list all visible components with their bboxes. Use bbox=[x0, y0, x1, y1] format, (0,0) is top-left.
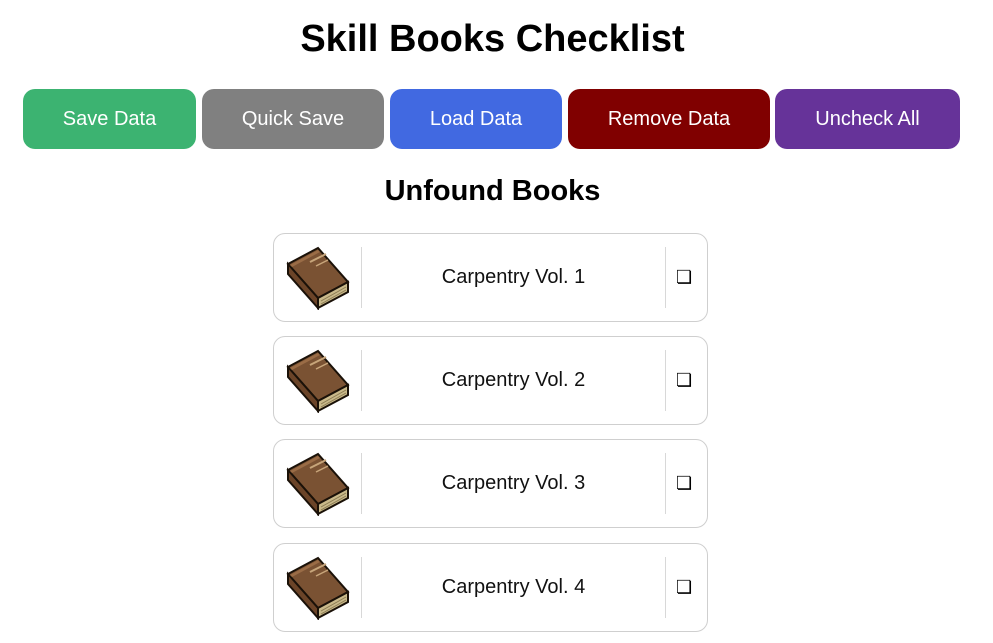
book-checkbox[interactable]: ❏ bbox=[676, 544, 692, 631]
book-icon bbox=[284, 246, 350, 311]
divider bbox=[665, 557, 666, 618]
divider bbox=[665, 350, 666, 411]
book-checkbox[interactable]: ❏ bbox=[676, 234, 692, 321]
quick-save-button[interactable]: Quick Save bbox=[202, 89, 384, 149]
book-checkbox[interactable]: ❏ bbox=[676, 337, 692, 424]
divider bbox=[665, 453, 666, 514]
book-name: Carpentry Vol. 1 bbox=[441, 266, 586, 288]
page-title: Skill Books Checklist bbox=[300, 18, 685, 60]
load-data-button[interactable]: Load Data bbox=[390, 89, 562, 149]
book-checkbox[interactable]: ❏ bbox=[676, 440, 692, 527]
book-name: Carpentry Vol. 2 bbox=[441, 369, 586, 391]
book-name: Carpentry Vol. 4 bbox=[441, 576, 586, 598]
remove-data-button[interactable]: Remove Data bbox=[568, 89, 770, 149]
uncheck-all-button[interactable]: Uncheck All bbox=[775, 89, 960, 149]
book-card: Carpentry Vol. 1 ❏ bbox=[273, 233, 708, 322]
book-icon bbox=[284, 556, 350, 621]
book-icon bbox=[284, 452, 350, 517]
book-card: Carpentry Vol. 3 ❏ bbox=[273, 439, 708, 528]
save-data-button[interactable]: Save Data bbox=[23, 89, 196, 149]
divider bbox=[665, 247, 666, 308]
book-icon bbox=[284, 349, 350, 414]
book-card: Carpentry Vol. 2 ❏ bbox=[273, 336, 708, 425]
book-name: Carpentry Vol. 3 bbox=[441, 472, 586, 494]
page: Skill Books Checklist Save Data Quick Sa… bbox=[0, 0, 993, 643]
book-card: Carpentry Vol. 4 ❏ bbox=[273, 543, 708, 632]
unfound-books-heading: Unfound Books bbox=[384, 175, 601, 207]
